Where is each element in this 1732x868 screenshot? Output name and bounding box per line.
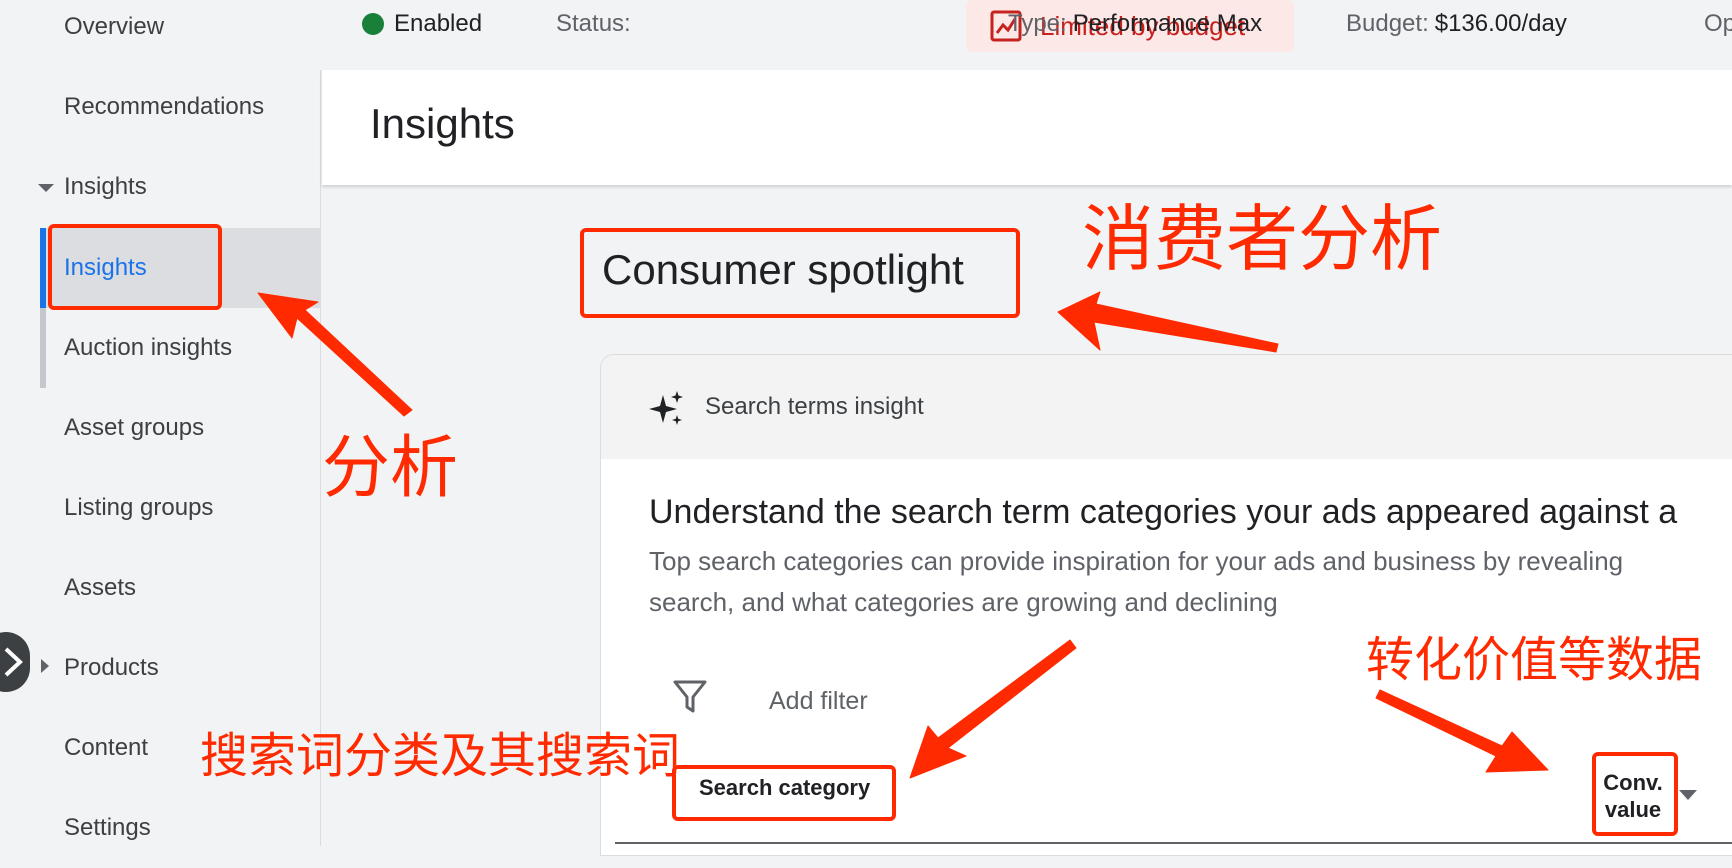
arrow-icon: [257, 292, 413, 417]
annotation-arrows: [257, 291, 1549, 779]
arrow-icon: [909, 639, 1077, 779]
arrow-icon: [1375, 689, 1549, 773]
arrow-icon: [1057, 291, 1279, 353]
